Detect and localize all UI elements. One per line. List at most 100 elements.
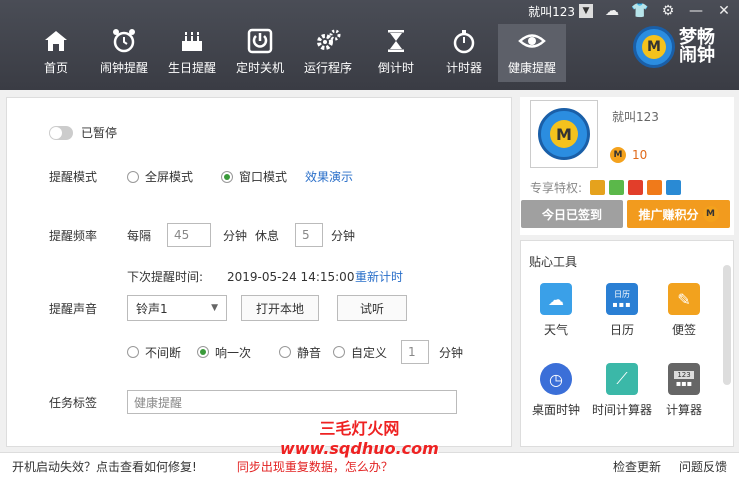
custom-minutes-input[interactable]: 1 <box>401 340 429 364</box>
interval-input[interactable]: 45 <box>167 223 211 247</box>
tool-calculator[interactable]: 123 ▪▪▪ 计算器 <box>653 363 715 418</box>
tool-label: 时间计算器 <box>591 403 652 417</box>
watermark: 三毛灯火网 www.sqdhuo.com <box>280 415 439 458</box>
mode-row: 提醒模式 全屏模式 窗口模式 效果演示 <box>49 168 353 185</box>
gears-icon <box>317 29 341 50</box>
tab-label: 运行程序 <box>303 61 352 75</box>
time-calc-icon: ⟋ <box>606 363 638 395</box>
pencil-icon: ✎ <box>668 283 700 315</box>
brand-logo: M 梦畅闹钟 <box>633 26 729 68</box>
weather-icon: ☁ <box>540 283 572 315</box>
home-icon <box>45 31 67 51</box>
tab-label: 计时器 <box>445 61 482 75</box>
listen-button[interactable]: 试听 <box>337 295 408 321</box>
sync-issue-link[interactable]: 同步出现重复数据，怎么办？ <box>237 458 393 475</box>
continuous-label[interactable]: 不间断 <box>145 344 197 361</box>
profile-username: 就叫123 <box>612 110 659 124</box>
minimize-icon[interactable]: — <box>687 2 705 20</box>
tab-label: 生日提醒 <box>167 61 216 75</box>
calendar-icon: 日历 ▪▪▪ <box>606 283 638 315</box>
shirt-icon[interactable]: 👕 <box>631 2 649 20</box>
promo-button[interactable]: 推广赚积分 M <box>627 200 730 228</box>
tool-notes[interactable]: ✎ 便签 <box>653 283 715 338</box>
every-label: 每隔 <box>127 228 152 243</box>
sound-select-value: 铃声1 <box>136 301 168 316</box>
ticket-icon[interactable] <box>628 180 644 195</box>
tool-label: 桌面时钟 <box>531 403 580 417</box>
mode-window-label[interactable]: 窗口模式 <box>239 168 305 185</box>
feedback-link[interactable]: 问题反馈 <box>679 458 727 475</box>
gift-icon[interactable] <box>590 180 606 195</box>
cloud-icon[interactable]: ☁ <box>603 2 621 20</box>
privileges: 专享特权: <box>530 179 682 196</box>
tab-run-program[interactable]: 运行程序 <box>294 24 362 82</box>
tab-label: 首页 <box>43 61 68 75</box>
repeat-options-row: 不间断 响一次 静音 自定义 1 分钟 <box>127 340 463 364</box>
tool-desktop-clock[interactable]: ◷ 桌面时钟 <box>525 363 587 418</box>
logo-icon: M <box>633 26 675 68</box>
leaf-icon[interactable] <box>609 180 625 195</box>
check-update-link[interactable]: 检查更新 <box>613 458 661 475</box>
tool-label: 计算器 <box>665 403 702 417</box>
tool-calendar[interactable]: 日历 ▪▪▪ 日历 <box>591 283 653 338</box>
rest-minute-label: 分钟 <box>331 228 356 243</box>
frequency-label: 提醒频率 <box>49 228 98 243</box>
user-menu[interactable]: 就叫123 ▼ <box>528 3 593 20</box>
sound-select[interactable]: 铃声1 ▼ <box>127 295 227 321</box>
tab-label: 定时关机 <box>235 61 284 75</box>
custom-radio[interactable] <box>333 346 345 358</box>
chevron-down-icon[interactable]: ▼ <box>579 4 593 18</box>
tab-alarm[interactable]: 闹钟提醒 <box>90 24 158 82</box>
next-time-value: 2019-05-24 14:15:00 <box>227 269 355 284</box>
coin-icon: M <box>610 147 626 163</box>
task-input[interactable]: 健康提醒 <box>127 390 457 414</box>
continuous-radio[interactable] <box>127 346 139 358</box>
mode-fullscreen-radio[interactable] <box>127 170 139 183</box>
gear-icon[interactable]: ⚙ <box>659 2 677 20</box>
close-icon[interactable]: ✕ <box>715 2 733 20</box>
coin-balance: M 10 <box>610 147 647 163</box>
pause-toggle[interactable] <box>49 125 73 140</box>
clock-icon: ◷ <box>540 363 572 395</box>
demo-link[interactable]: 效果演示 <box>305 168 353 185</box>
mute-label[interactable]: 静音 <box>297 344 333 361</box>
minute-label: 分钟 <box>223 228 248 243</box>
tools-title: 贴心工具 <box>529 255 578 269</box>
mode-window-radio[interactable] <box>221 170 233 183</box>
tab-birthday[interactable]: 生日提醒 <box>158 24 226 82</box>
home-privilege-icon[interactable] <box>666 180 682 195</box>
avatar[interactable]: M <box>530 100 598 168</box>
tab-health[interactable]: 健康提醒 <box>498 24 566 82</box>
tab-label: 健康提醒 <box>507 61 556 75</box>
mode-fullscreen-label[interactable]: 全屏模式 <box>145 168 221 185</box>
task-label: 任务标签 <box>49 395 98 410</box>
recount-link[interactable]: 重新计时 <box>355 268 403 285</box>
tab-home[interactable]: 首页 <box>22 24 90 82</box>
tool-time-calculator[interactable]: ⟋ 时间计算器 <box>591 363 653 418</box>
calculator-icon-display: 123 <box>674 370 694 379</box>
pause-label: 已暂停 <box>81 126 118 140</box>
profile-card: M 就叫123 M 10 专享特权: 今日已签到 推广赚积分 M <box>520 97 734 235</box>
mute-radio[interactable] <box>279 346 291 358</box>
custom-label[interactable]: 自定义 <box>351 344 401 361</box>
present-icon[interactable] <box>647 180 663 195</box>
tab-label: 闹钟提醒 <box>99 61 148 75</box>
main-nav: 首页 闹钟提醒 生日提醒 定时关机 运行程序 倒计时 计时器 健康提醒 <box>22 24 566 82</box>
watermark-line1: 三毛灯火网 <box>319 419 400 438</box>
once-label[interactable]: 响一次 <box>215 344 279 361</box>
tool-weather[interactable]: ☁ 天气 <box>525 283 587 338</box>
tab-label: 倒计时 <box>377 61 414 75</box>
rest-label: 休息 <box>255 228 280 243</box>
tools-card: 贴心工具 ☁ 天气 日历 ▪▪▪ 日历 ✎ 便签 ◷ 桌面时钟 ⟋ 时间计算器 <box>520 240 734 447</box>
signed-in-button[interactable]: 今日已签到 <box>521 200 623 228</box>
tab-countdown[interactable]: 倒计时 <box>362 24 430 82</box>
tools-scrollbar[interactable] <box>723 265 731 385</box>
brand-name: 梦畅闹钟 <box>679 27 715 66</box>
tab-timer[interactable]: 计时器 <box>430 24 498 82</box>
startup-fail-link[interactable]: 开机启动失效？点击查看如何修复! <box>12 458 197 475</box>
rest-input[interactable]: 5 <box>295 223 323 247</box>
cake-icon <box>182 32 202 51</box>
tab-shutdown[interactable]: 定时关机 <box>226 24 294 82</box>
once-radio[interactable] <box>197 346 209 358</box>
open-local-button[interactable]: 打开本地 <box>241 295 320 321</box>
